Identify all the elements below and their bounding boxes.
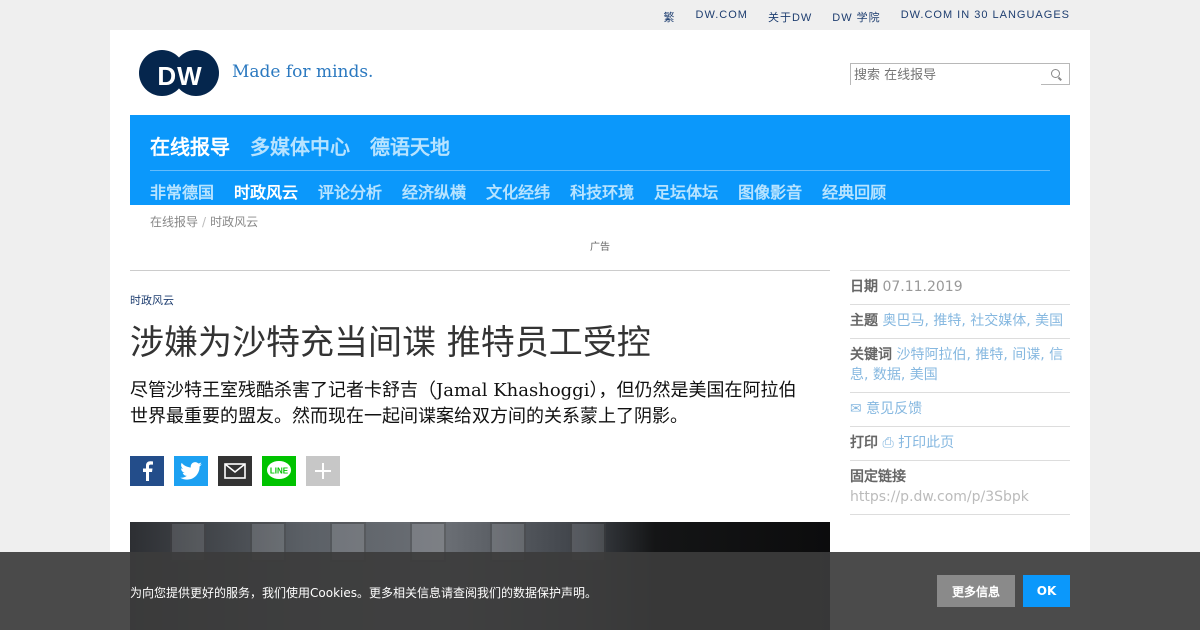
nav-sub-tabs: 非常德国 时政风云 评论分析 经济纵横 文化经纬 科技环境 足坛体坛 图像影音 … [150, 179, 886, 203]
link-dw-com[interactable]: DW.COM [696, 9, 748, 25]
date-value: 07.11.2019 [882, 279, 963, 295]
subtab-science[interactable]: 科技环境 [570, 179, 634, 203]
cookie-text: 为向您提供更好的服务，我们使用Cookies。更多相关信息请查阅我们的数据保护声… [130, 586, 597, 600]
twitter-share-button[interactable] [174, 456, 208, 486]
print-link[interactable]: ⎙ 打印此页 [882, 435, 954, 451]
feedback-row: ✉ 意见反馈 [850, 392, 1070, 426]
line-share-button[interactable]: LINE [262, 456, 296, 486]
top-links: 繁 DW.COM 关于DW DW 学院 DW.COM IN 30 LANGUAG… [664, 9, 1070, 25]
article-divider [130, 270, 830, 271]
feedback-link[interactable]: ✉ 意见反馈 [850, 401, 922, 417]
twitter-icon [180, 462, 202, 480]
topics-row: 主题 奥巴马, 推特, 社交媒体, 美国 [850, 304, 1070, 338]
subtab-politics[interactable]: 时政风云 [234, 179, 298, 203]
article-teaser: 尽管沙特王室残酷杀害了记者卡舒吉（Jamal Khashoggi），但仍然是美国… [130, 380, 797, 427]
subtab-germany[interactable]: 非常德国 [150, 179, 214, 203]
more-info-button[interactable]: 更多信息 [937, 575, 1015, 607]
permalink-value[interactable]: https://p.dw.com/p/3Sbpk [850, 487, 1070, 507]
plus-icon [315, 463, 331, 479]
svg-text:LINE: LINE [270, 467, 289, 476]
link-about-dw[interactable]: 关于DW [768, 9, 812, 25]
dw-logo-text[interactable]: DW [142, 61, 218, 92]
topics-links[interactable]: 奥巴马, 推特, 社交媒体, 美国 [882, 313, 1063, 329]
nav-main-tabs: 在线报导 多媒体中心 德语天地 [150, 131, 450, 160]
subtab-culture[interactable]: 文化经纬 [486, 179, 550, 203]
top-bar: 繁 DW.COM 关于DW DW 学院 DW.COM IN 30 LANGUAG… [0, 0, 1200, 30]
ad-label: 广告 [590, 242, 610, 253]
tab-german-world[interactable]: 德语天地 [370, 131, 450, 160]
link-dw-academy[interactable]: DW 学院 [832, 9, 880, 25]
print-row: 打印 ⎙ 打印此页 [850, 426, 1070, 460]
search-input[interactable] [851, 65, 1041, 86]
page-container: DW Made for minds. 在线报导 多媒体中心 德语天地 非常德国 … [110, 30, 1090, 630]
mail-icon [224, 463, 246, 479]
article-kicker[interactable]: 时政风云 [130, 292, 174, 308]
subtab-sports[interactable]: 足坛体坛 [654, 179, 718, 203]
search-icon[interactable] [1051, 69, 1060, 78]
keywords-label: 关键词 [850, 347, 892, 363]
breadcrumb-item[interactable]: 在线报导 [150, 215, 198, 229]
link-traditional[interactable]: 繁 [664, 9, 676, 25]
article-headline: 涉嫌为沙特充当间谍 推特员工受控 [130, 323, 651, 363]
date-label: 日期 [850, 279, 878, 295]
topics-label: 主题 [850, 313, 878, 329]
breadcrumb-item[interactable]: 时政风云 [210, 215, 258, 229]
main-navigation: 在线报导 多媒体中心 德语天地 非常德国 时政风云 评论分析 经济纵横 文化经纬… [130, 115, 1070, 205]
print-label: 打印 [850, 435, 878, 451]
breadcrumb: 在线报导 / 时政风云 [150, 215, 259, 229]
date-row: 日期 07.11.2019 [850, 270, 1070, 304]
permalink-label: 固定链接 [850, 469, 906, 485]
nav-divider [150, 170, 1050, 171]
more-share-button[interactable] [306, 456, 340, 486]
email-share-button[interactable] [218, 456, 252, 486]
line-icon: LINE [267, 461, 291, 479]
article-sidebar: 日期 07.11.2019 主题 奥巴马, 推特, 社交媒体, 美国 关键词 沙… [850, 270, 1070, 515]
subtab-media[interactable]: 图像影音 [738, 179, 802, 203]
search-box[interactable] [850, 63, 1070, 86]
subtab-economy[interactable]: 经济纵横 [402, 179, 466, 203]
link-languages[interactable]: DW.COM IN 30 LANGUAGES [901, 9, 1070, 25]
tab-media-center[interactable]: 多媒体中心 [250, 131, 350, 160]
subtab-commentary[interactable]: 评论分析 [318, 179, 382, 203]
ok-button[interactable]: OK [1023, 575, 1070, 607]
tagline: Made for minds. [232, 62, 374, 82]
facebook-icon [143, 461, 153, 481]
tab-online-news[interactable]: 在线报导 [150, 131, 230, 160]
permalink-row: 固定链接 https://p.dw.com/p/3Sbpk [850, 460, 1070, 515]
share-buttons: LINE [130, 456, 340, 486]
subtab-classics[interactable]: 经典回顾 [822, 179, 886, 203]
keywords-row: 关键词 沙特阿拉伯, 推特, 间谍, 信息, 数据, 美国 [850, 338, 1070, 392]
facebook-share-button[interactable] [130, 456, 164, 486]
cookie-banner: 为向您提供更好的服务，我们使用Cookies。更多相关信息请查阅我们的数据保护声… [0, 552, 1200, 630]
